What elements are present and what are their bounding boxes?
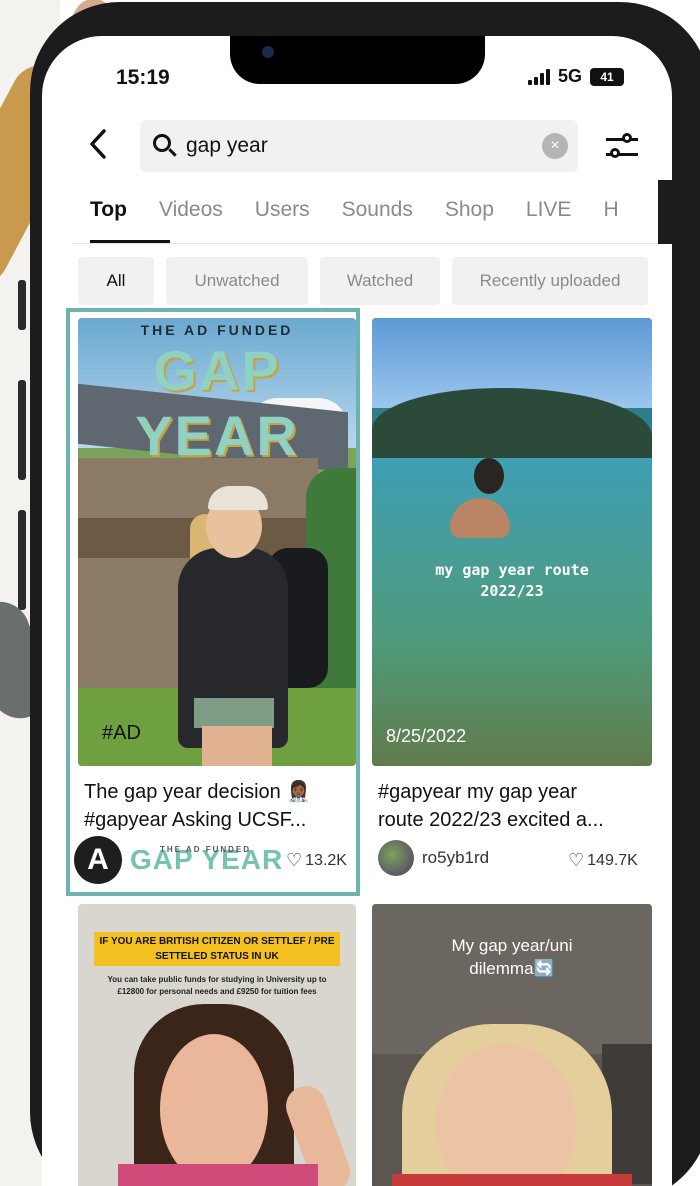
- back-button[interactable]: [88, 128, 118, 164]
- overlay-line: My gap year/uni: [451, 936, 573, 955]
- network-label: 5G: [558, 66, 583, 86]
- heart-icon: ♡: [568, 850, 585, 870]
- battery-icon: 41: [590, 67, 625, 86]
- front-camera: [262, 46, 274, 58]
- thumbnail-overlay-text: my gap year route 2022/23: [372, 560, 652, 602]
- phone-side-button: [18, 280, 26, 330]
- signal-icon: [528, 68, 550, 85]
- author-name: ro5yb1rd: [422, 848, 490, 867]
- overlay-line: 2022/23: [480, 582, 544, 600]
- overlay-line: dilemma🔄: [469, 959, 555, 978]
- filter-chips: All Unwatched Watched Recently uploaded: [78, 257, 648, 305]
- tab-hashtags[interactable]: H: [603, 198, 618, 222]
- battery-level: 41: [600, 69, 614, 84]
- search-tabs: Top Videos Users Sounds Shop LIVE H: [90, 198, 651, 222]
- chip-all[interactable]: All: [78, 257, 154, 305]
- filter-button[interactable]: [604, 132, 640, 162]
- tab-live[interactable]: LIVE: [526, 198, 572, 222]
- search-icon: [152, 133, 178, 159]
- tab-divider: [72, 243, 672, 244]
- tab-sounds[interactable]: Sounds: [342, 198, 413, 222]
- tab-shop[interactable]: Shop: [445, 198, 494, 222]
- thumbnail-date: 8/25/2022: [386, 726, 467, 746]
- clear-search-button[interactable]: ×: [542, 133, 568, 159]
- phone-side-button: [18, 380, 26, 480]
- thumbnail-overlay-text: My gap year/uni dilemma🔄: [372, 934, 652, 980]
- video-thumbnail[interactable]: My gap year/uni dilemma🔄: [372, 904, 652, 1186]
- like-count-value: 149.7K: [587, 851, 638, 869]
- thumbnail-subtext: You can take public funds for studying i…: [107, 975, 327, 996]
- overlay-line: my gap year route: [435, 561, 589, 579]
- status-time: 15:19: [116, 66, 170, 89]
- thumbnail-banner: IF YOU ARE BRITISH CITIZEN OR SETTLEF / …: [94, 932, 340, 966]
- video-caption[interactable]: #gapyear my gap year route 2022/23 excit…: [378, 778, 654, 834]
- caption-line: #gapyear my gap year: [378, 781, 578, 803]
- chevron-left-icon: [90, 129, 106, 159]
- like-count: ♡ 149.7K: [568, 850, 638, 871]
- avatar: [378, 840, 414, 876]
- chip-recently-uploaded[interactable]: Recently uploaded: [452, 257, 648, 305]
- tab-top[interactable]: Top: [90, 198, 127, 222]
- chip-unwatched[interactable]: Unwatched: [166, 257, 308, 305]
- phone-side-button: [18, 510, 26, 610]
- video-thumbnail[interactable]: my gap year route 2022/23 8/25/2022: [372, 318, 652, 766]
- caption-line: route 2022/23 excited a...: [378, 809, 604, 831]
- close-icon: ×: [550, 137, 560, 154]
- search-bar[interactable]: gap year ×: [140, 120, 578, 172]
- status-indicators: 5G 41: [528, 66, 625, 87]
- tab-users[interactable]: Users: [255, 198, 310, 222]
- highlight-frame: [66, 308, 360, 896]
- chip-watched[interactable]: Watched: [320, 257, 440, 305]
- search-input[interactable]: gap year: [186, 134, 268, 158]
- phone-frame-edge: [658, 180, 700, 244]
- video-thumbnail[interactable]: IF YOU ARE BRITISH CITIZEN OR SETTLEF / …: [78, 904, 356, 1186]
- tab-videos[interactable]: Videos: [159, 198, 223, 222]
- author-row[interactable]: ro5yb1rd: [378, 840, 489, 876]
- phone-notch: [230, 36, 485, 84]
